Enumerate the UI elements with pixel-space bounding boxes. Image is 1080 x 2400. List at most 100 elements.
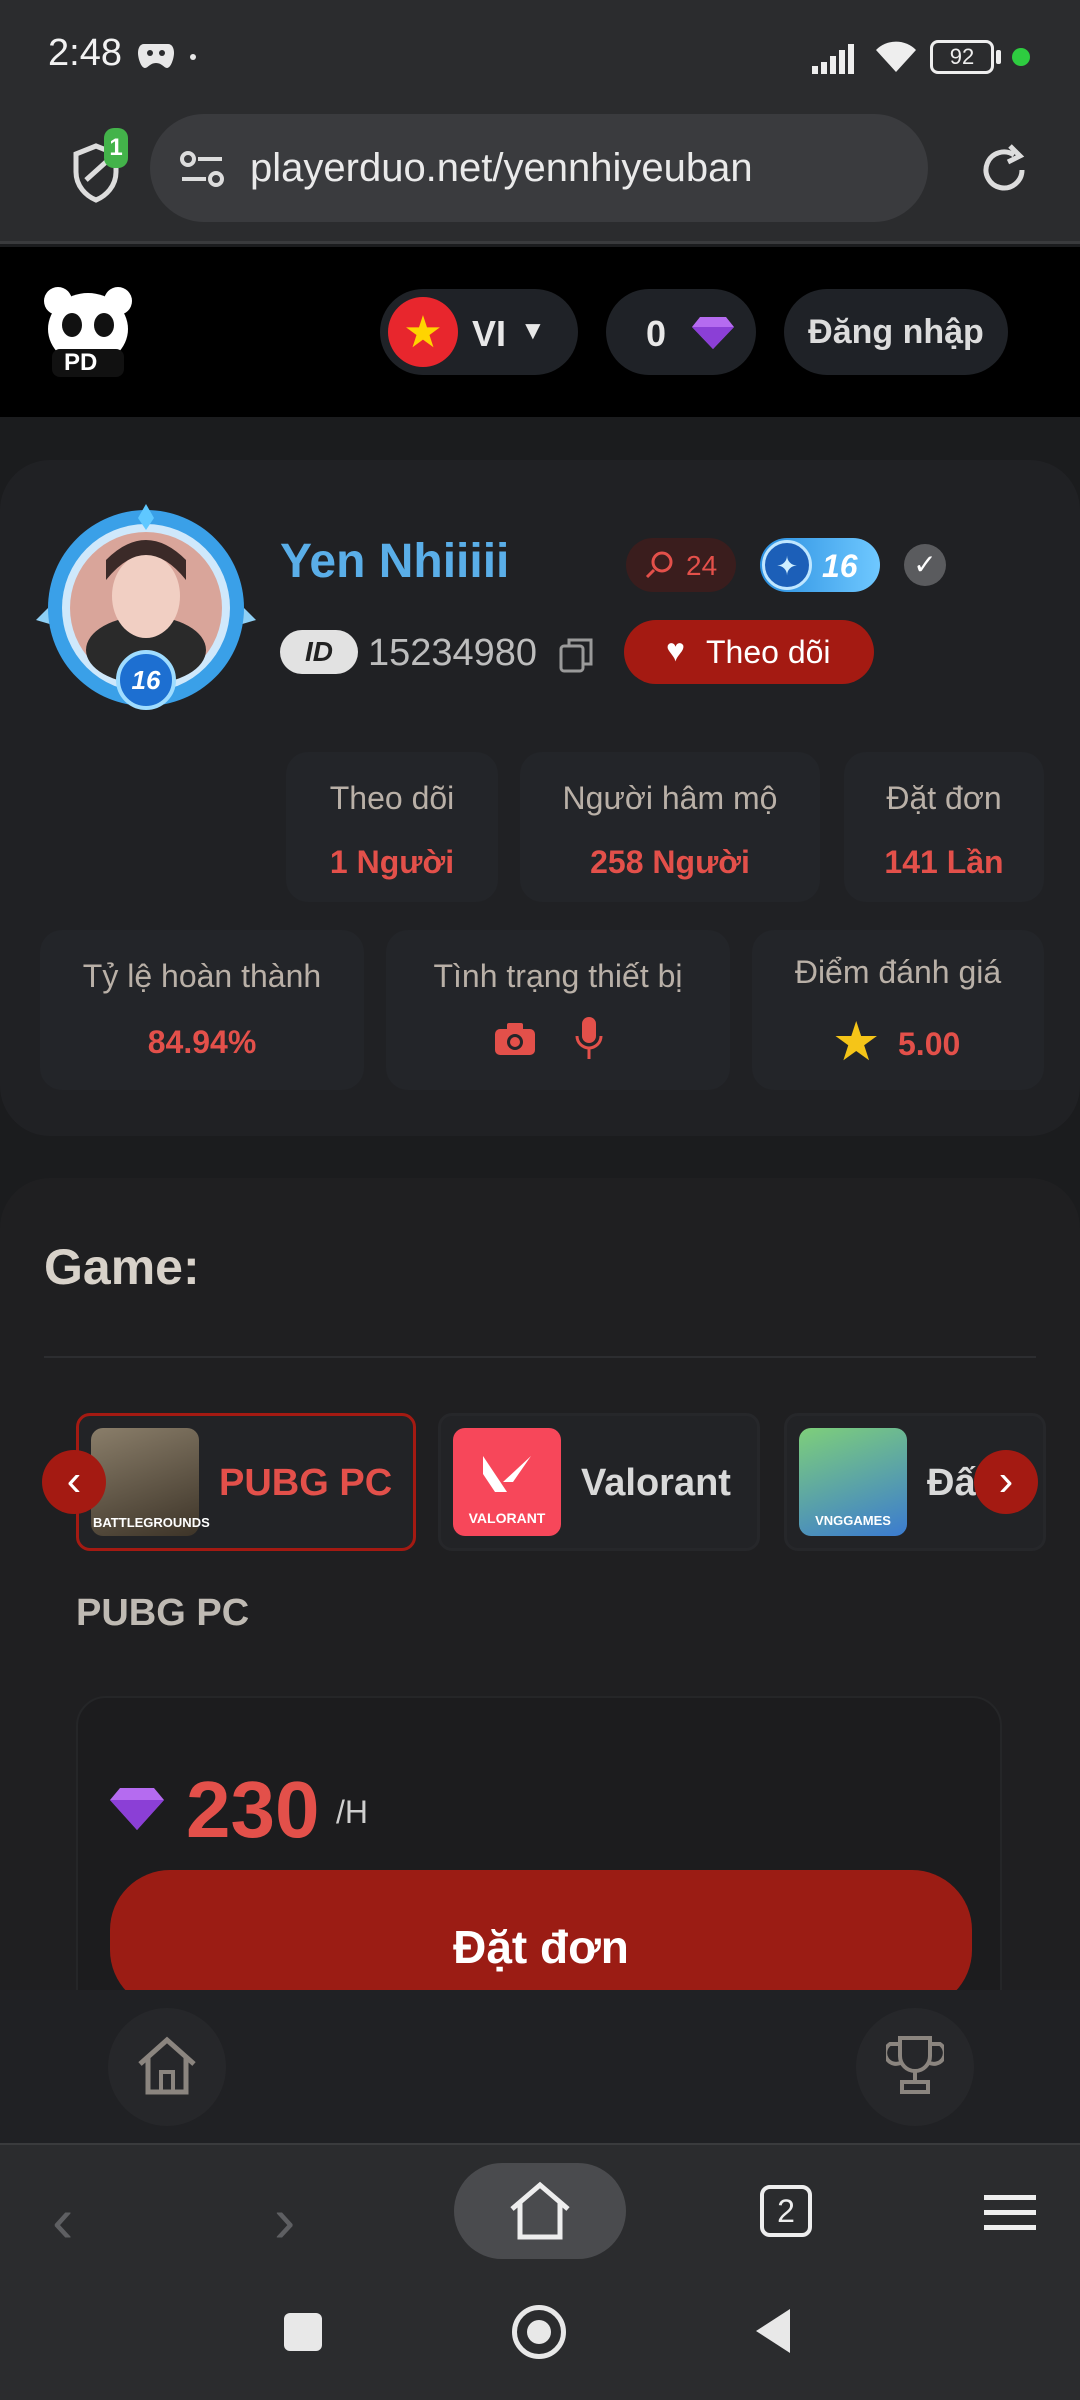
game-icon-text: VNGGAMES xyxy=(815,1513,891,1528)
order-button[interactable]: Đặt đơn xyxy=(110,1870,972,2010)
browser-navigation-bar: ‹ › 2 xyxy=(0,2143,1080,2400)
order-label: Đặt đơn xyxy=(453,1921,629,1973)
stat-label: Người hâm mộ xyxy=(562,780,778,816)
wifi-icon xyxy=(876,41,916,72)
copy-icon[interactable] xyxy=(558,636,594,674)
battery-icon: 92 xyxy=(930,40,994,74)
divider xyxy=(44,1356,1036,1358)
trophy-icon xyxy=(886,2036,944,2094)
game-name: PUBG PC xyxy=(219,1462,393,1504)
logo-text: PD xyxy=(64,349,98,376)
game-name: Đấ xyxy=(927,1462,976,1504)
follow-label: Theo dõi xyxy=(706,634,831,670)
diamond-balance-value: 0 xyxy=(646,313,667,354)
battery-tip xyxy=(996,50,1001,64)
reload-icon[interactable] xyxy=(976,142,1032,198)
stat-value: 84.94% xyxy=(147,1024,257,1060)
stat-following: Theo dõi 1 Người xyxy=(286,752,498,902)
microphone-icon xyxy=(575,1017,603,1059)
game-controller-icon xyxy=(138,44,174,68)
back-arrow-icon[interactable]: ‹ xyxy=(52,2183,73,2257)
valorant-game-icon: VALORANT xyxy=(453,1428,561,1536)
stat-label: Theo dõi xyxy=(329,780,455,816)
notification-dot xyxy=(190,54,196,60)
clock: 2:48 xyxy=(48,32,122,74)
id-badge: ID xyxy=(280,630,358,674)
stat-completion-rate: Tỷ lệ hoàn thành 84.94% xyxy=(40,930,364,1090)
stat-orders: Đặt đơn 141 Lần xyxy=(844,752,1044,902)
android-back-icon[interactable] xyxy=(752,2307,794,2355)
selected-game-name: PUBG PC xyxy=(76,1592,250,1634)
chevron-right-icon: › xyxy=(998,1456,1014,1505)
home-icon xyxy=(138,2036,196,2095)
status-bar: 2:48 92 xyxy=(0,0,1080,110)
login-label: Đăng nhập xyxy=(808,313,984,351)
language-code: VI xyxy=(472,313,507,354)
recents-icon[interactable] xyxy=(284,2313,322,2351)
verified-icon: ✓ xyxy=(904,544,946,586)
stat-label: Điểm đánh giá xyxy=(794,954,1002,990)
pubg-game-icon: BATTLEGROUNDS xyxy=(91,1428,210,1536)
site-header: PD ★ VI ▼ 0 Đăng nhập xyxy=(0,247,1080,417)
level-value: 16 xyxy=(822,548,858,584)
camera-indicator-dot xyxy=(1012,48,1030,66)
avatar[interactable]: 16 xyxy=(36,500,256,710)
stat-value: 141 Lần xyxy=(884,844,1004,880)
star-icon: ★ xyxy=(832,1012,881,1072)
stat-fans: Người hâm mộ 258 Người xyxy=(520,752,820,902)
diamond-icon xyxy=(110,1788,164,1830)
site-settings-icon[interactable] xyxy=(180,150,224,188)
stat-label: Đặt đơn xyxy=(886,780,1002,816)
trophy-float-button[interactable] xyxy=(856,2008,974,2126)
price-value: 230 xyxy=(186,1765,320,1854)
comments-badge[interactable]: 24 xyxy=(626,538,736,592)
chat-icon xyxy=(645,551,673,579)
stat-value: 258 Người xyxy=(590,844,750,880)
signal-icon xyxy=(812,44,854,74)
id-value: 15234980 xyxy=(368,632,538,674)
comments-count: 24 xyxy=(686,550,718,581)
home-icon xyxy=(510,2181,570,2240)
android-home-icon[interactable] xyxy=(512,2305,566,2359)
id-label: ID xyxy=(305,636,333,667)
profile-name: Yen Nhiiiii xyxy=(280,535,510,588)
chevron-down-icon: ▼ xyxy=(520,315,546,345)
language-selector[interactable]: ★ VI ▼ xyxy=(380,289,578,375)
game-tile-pubg[interactable]: BATTLEGROUNDS PUBG PC xyxy=(76,1413,416,1551)
game-name: Valorant xyxy=(581,1462,731,1504)
tabs-button[interactable]: 2 xyxy=(760,2185,812,2237)
scroll-left-button[interactable]: ‹ xyxy=(42,1450,106,1514)
game-icon-text: VALORANT xyxy=(468,1510,546,1526)
url-text[interactable]: playerduo.net/yennhiyeuban xyxy=(250,146,753,191)
login-button[interactable]: Đăng nhập xyxy=(784,289,1008,375)
game-section-title: Game: xyxy=(44,1239,200,1295)
stat-label: Tỷ lệ hoàn thành xyxy=(82,958,322,994)
heart-icon: ♥ xyxy=(666,632,685,668)
stat-rating: Điểm đánh giá ★ 5.00 xyxy=(752,930,1044,1090)
battery-level: 92 xyxy=(949,44,975,69)
stat-label: Tình trạng thiết bị xyxy=(433,958,683,994)
avatar-level-badge: 16 xyxy=(116,650,176,710)
chevron-left-icon: ‹ xyxy=(66,1456,82,1505)
browser-home-button[interactable] xyxy=(454,2163,626,2259)
home-float-button[interactable] xyxy=(108,2008,226,2126)
menu-icon[interactable] xyxy=(984,2193,1036,2233)
stat-value: 1 Người xyxy=(329,844,455,880)
level-badge: ✦ 16 xyxy=(760,538,880,592)
address-bar[interactable]: playerduo.net/yennhiyeuban xyxy=(150,114,928,222)
price-unit: /H xyxy=(336,1794,368,1830)
forward-arrow-icon[interactable]: › xyxy=(274,2183,295,2257)
browser-toolbar: 1 playerduo.net/yennhiyeuban xyxy=(0,110,1080,244)
vietnam-flag-icon: ★ xyxy=(388,297,458,367)
scroll-right-button[interactable]: › xyxy=(974,1450,1038,1514)
follow-button[interactable]: ♥ Theo dõi xyxy=(624,620,874,684)
vng-game-icon: VNGGAMES xyxy=(799,1428,907,1536)
game-tile-valorant[interactable]: VALORANT Valorant xyxy=(438,1413,760,1551)
level-star-icon: ✦ xyxy=(762,540,812,590)
profile-card: 16 Yen Nhiiiii 24 ✦ 16 ✓ ID 15234980 ♥ T… xyxy=(0,460,1080,1136)
diamond-icon xyxy=(692,317,734,349)
diamond-balance[interactable]: 0 xyxy=(606,289,756,375)
privacy-shield-button[interactable]: 1 xyxy=(70,128,128,204)
site-logo[interactable]: PD xyxy=(42,283,134,379)
tabs-count: 2 xyxy=(777,2193,795,2229)
